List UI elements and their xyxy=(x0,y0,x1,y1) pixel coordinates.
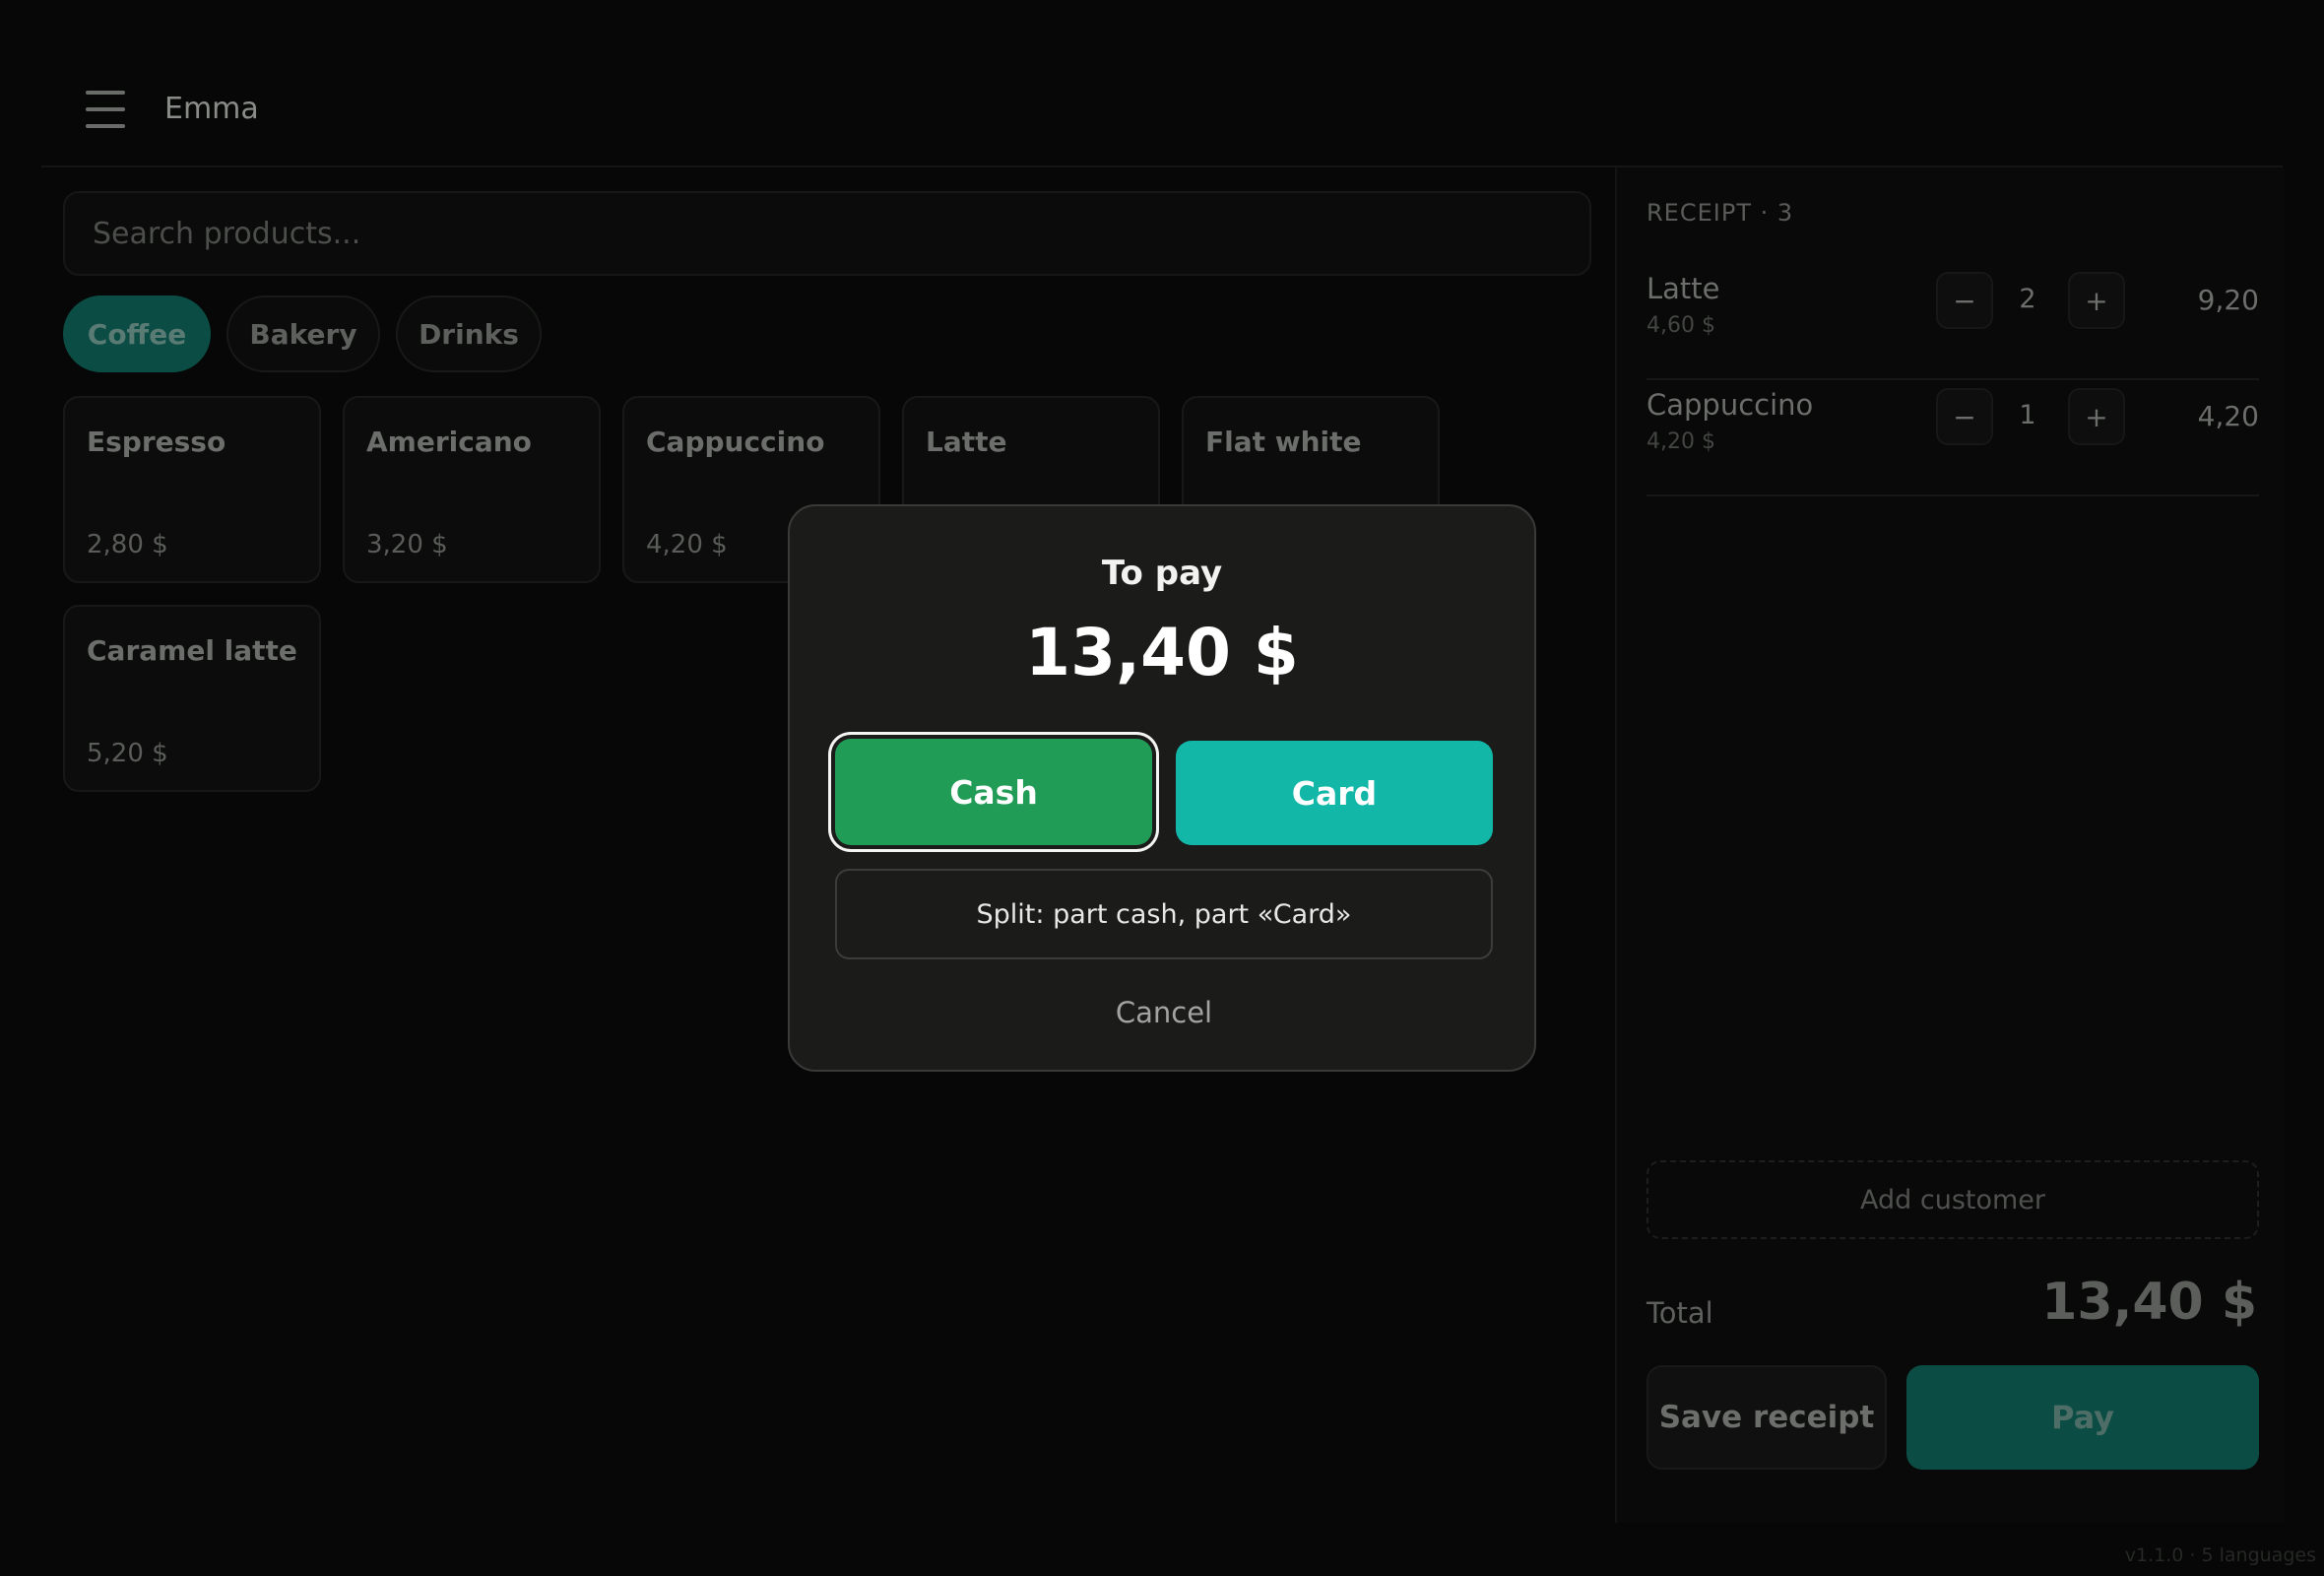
category-tab-drinks[interactable]: Drinks xyxy=(396,296,542,372)
decrease-qty-button[interactable]: − xyxy=(1936,272,1993,329)
add-customer-button[interactable]: Add customer xyxy=(1646,1160,2259,1239)
product-price: 5,20 $ xyxy=(87,739,168,768)
product-tile-caramel-latte[interactable]: Caramel latte 5,20 $ xyxy=(63,605,321,792)
product-tile-espresso[interactable]: Espresso 2,80 $ xyxy=(63,396,321,583)
increase-qty-button[interactable]: + xyxy=(2068,388,2125,445)
payment-dialog: To pay 13,40 $ Cash Card Split: part cas… xyxy=(788,504,1536,1072)
category-tab-bakery[interactable]: Bakery xyxy=(226,296,380,372)
search-input[interactable] xyxy=(63,191,1591,276)
pay-button[interactable]: Pay xyxy=(1906,1365,2259,1470)
product-name: Cappuccino xyxy=(646,426,825,458)
dialog-title: To pay xyxy=(1101,554,1223,593)
line-item-unit-price: 4,20 $ xyxy=(1646,429,1715,454)
receipt-title: RECEIPT · 3 xyxy=(1646,199,1794,227)
save-receipt-button[interactable]: Save receipt xyxy=(1646,1365,1887,1470)
line-item-name: Cappuccino xyxy=(1646,388,1814,422)
product-tile-americano[interactable]: Americano 3,20 $ xyxy=(343,396,601,583)
decrease-qty-button[interactable]: − xyxy=(1936,388,1993,445)
product-name: Flat white xyxy=(1205,426,1362,458)
line-item-total: 9,20 xyxy=(2197,284,2259,316)
product-name: Latte xyxy=(926,426,1007,458)
category-tab-coffee[interactable]: Coffee xyxy=(63,296,211,372)
cash-payment-button[interactable]: Cash xyxy=(835,739,1152,845)
total-label: Total xyxy=(1646,1296,1713,1330)
user-name: Emma xyxy=(164,92,259,126)
line-item-qty: 1 xyxy=(2019,400,2036,430)
cancel-button[interactable]: Cancel xyxy=(1065,983,1262,1042)
line-item-total: 4,20 xyxy=(2197,400,2259,432)
product-price: 4,20 $ xyxy=(646,530,728,559)
split-payment-button[interactable]: Split: part cash, part «Card» xyxy=(835,869,1493,959)
card-payment-button[interactable]: Card xyxy=(1176,741,1493,845)
product-name: Caramel latte xyxy=(87,634,297,667)
hamburger-menu-icon[interactable] xyxy=(86,91,125,130)
product-price: 2,80 $ xyxy=(87,530,168,559)
receipt-line-item: Cappuccino 4,20 $ − 1 + 4,20 xyxy=(1646,380,2259,496)
receipt-panel: RECEIPT · 3 Latte 4,60 $ − 2 + 9,20 Capp… xyxy=(1615,167,2285,1523)
increase-qty-button[interactable]: + xyxy=(2068,272,2125,329)
product-name: Espresso xyxy=(87,426,226,458)
version-label: v1.1.0 · 5 languages xyxy=(2124,1544,2316,1566)
line-item-name: Latte xyxy=(1646,272,1720,305)
top-bar: Emma xyxy=(41,0,2283,167)
product-name: Americano xyxy=(366,426,532,458)
amount-due: 13,40 $ xyxy=(1025,615,1299,690)
pos-app: Emma Coffee Bakery Drinks Espresso 2,80 … xyxy=(0,0,2324,1576)
receipt-line-item: Latte 4,60 $ − 2 + 9,20 xyxy=(1646,264,2259,380)
total-value: 13,40 $ xyxy=(2041,1273,2257,1332)
line-item-unit-price: 4,60 $ xyxy=(1646,313,1715,338)
line-item-qty: 2 xyxy=(2019,284,2036,314)
product-price: 3,20 $ xyxy=(366,530,448,559)
